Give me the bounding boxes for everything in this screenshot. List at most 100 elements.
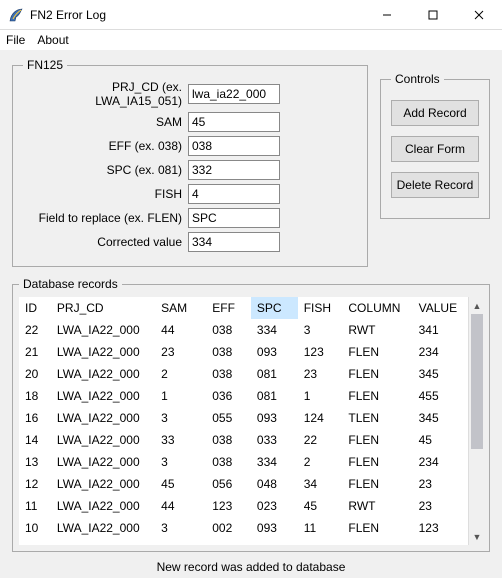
records-table[interactable]: ID PRJ_CD SAM EFF SPC FISH COLUMN VALUE … (19, 297, 468, 539)
cell-sam: 3 (155, 517, 206, 539)
field-to-replace-label: Field to replace (ex. FLEN) (23, 211, 188, 225)
cell-sam: 2 (155, 363, 206, 385)
cell-spc: 093 (251, 341, 298, 363)
table-row[interactable]: 14LWA_IA22_0003303803322FLEN45 (19, 429, 468, 451)
spc-input[interactable] (188, 160, 280, 180)
table-scrollbar[interactable]: ▲ ▼ (468, 297, 485, 545)
table-row[interactable]: 13LWA_IA22_00030383342FLEN234 (19, 451, 468, 473)
cell-eff: 038 (206, 451, 251, 473)
cell-sam: 3 (155, 451, 206, 473)
col-prj-cd[interactable]: PRJ_CD (51, 297, 155, 319)
col-spc[interactable]: SPC (251, 297, 298, 319)
minimize-button[interactable] (364, 0, 410, 30)
menu-file[interactable]: File (6, 33, 25, 47)
cell-value: 345 (413, 407, 468, 429)
cell-fish: 123 (298, 341, 343, 363)
table-row[interactable]: 12LWA_IA22_0004505604834FLEN23 (19, 473, 468, 495)
col-eff[interactable]: EFF (206, 297, 251, 319)
cell-column: FLEN (342, 473, 412, 495)
cell-prj_cd: LWA_IA22_000 (51, 495, 155, 517)
cell-fish: 2 (298, 451, 343, 473)
cell-eff: 038 (206, 363, 251, 385)
table-row[interactable]: 21LWA_IA22_00023038093123FLEN234 (19, 341, 468, 363)
col-value[interactable]: VALUE (413, 297, 468, 319)
col-id[interactable]: ID (19, 297, 51, 319)
scroll-up-icon[interactable]: ▲ (469, 297, 485, 314)
eff-input[interactable] (188, 136, 280, 156)
cell-id: 12 (19, 473, 51, 495)
cell-spc: 093 (251, 407, 298, 429)
cell-spc: 081 (251, 385, 298, 407)
cell-value: 234 (413, 341, 468, 363)
cell-column: FLEN (342, 451, 412, 473)
titlebar: FN2 Error Log (0, 0, 502, 30)
col-column[interactable]: COLUMN (342, 297, 412, 319)
close-button[interactable] (456, 0, 502, 30)
sam-label: SAM (23, 115, 188, 129)
cell-sam: 44 (155, 319, 206, 341)
fn125-legend: FN125 (23, 58, 67, 72)
col-sam[interactable]: SAM (155, 297, 206, 319)
cell-sam: 45 (155, 473, 206, 495)
fish-label: FISH (23, 187, 188, 201)
cell-sam: 44 (155, 495, 206, 517)
cell-id: 10 (19, 517, 51, 539)
spc-label: SPC (ex. 081) (23, 163, 188, 177)
table-row[interactable]: 18LWA_IA22_00010360811FLEN455 (19, 385, 468, 407)
cell-eff: 038 (206, 341, 251, 363)
cell-prj_cd: LWA_IA22_000 (51, 385, 155, 407)
table-row[interactable]: 10LWA_IA22_000300209311FLEN123 (19, 517, 468, 539)
cell-prj_cd: LWA_IA22_000 (51, 407, 155, 429)
corrected-value-label: Corrected value (23, 235, 188, 249)
add-record-button[interactable]: Add Record (391, 100, 479, 126)
maximize-button[interactable] (410, 0, 456, 30)
prj-cd-label: PRJ_CD (ex. LWA_IA15_051) (23, 80, 188, 108)
field-to-replace-input[interactable] (188, 208, 280, 228)
cell-value: 23 (413, 495, 468, 517)
cell-spc: 048 (251, 473, 298, 495)
database-records-group: Database records ID PRJ_CD SAM EFF SP (12, 277, 490, 552)
cell-column: FLEN (342, 385, 412, 407)
table-row[interactable]: 22LWA_IA22_000440383343RWT341 (19, 319, 468, 341)
controls-group: Controls Add Record Clear Form Delete Re… (380, 72, 490, 219)
cell-value: 45 (413, 429, 468, 451)
cell-spc: 023 (251, 495, 298, 517)
cell-spc: 334 (251, 451, 298, 473)
cell-column: FLEN (342, 429, 412, 451)
cell-value: 234 (413, 451, 468, 473)
table-row[interactable]: 11LWA_IA22_0004412302345RWT23 (19, 495, 468, 517)
clear-form-button[interactable]: Clear Form (391, 136, 479, 162)
cell-fish: 23 (298, 363, 343, 385)
cell-eff: 038 (206, 429, 251, 451)
cell-fish: 22 (298, 429, 343, 451)
cell-fish: 45 (298, 495, 343, 517)
cell-spc: 033 (251, 429, 298, 451)
menu-about[interactable]: About (37, 33, 68, 47)
cell-sam: 1 (155, 385, 206, 407)
menubar: File About (0, 30, 502, 50)
table-row[interactable]: 16LWA_IA22_0003055093124TLEN345 (19, 407, 468, 429)
cell-sam: 33 (155, 429, 206, 451)
cell-fish: 1 (298, 385, 343, 407)
sam-input[interactable] (188, 112, 280, 132)
cell-id: 20 (19, 363, 51, 385)
cell-eff: 038 (206, 319, 251, 341)
col-fish[interactable]: FISH (298, 297, 343, 319)
scroll-thumb[interactable] (471, 314, 483, 449)
table-row[interactable]: 20LWA_IA22_000203808123FLEN345 (19, 363, 468, 385)
cell-id: 18 (19, 385, 51, 407)
cell-id: 14 (19, 429, 51, 451)
cell-value: 345 (413, 363, 468, 385)
scroll-down-icon[interactable]: ▼ (469, 528, 485, 545)
prj-cd-input[interactable] (188, 84, 280, 104)
cell-prj_cd: LWA_IA22_000 (51, 451, 155, 473)
cell-prj_cd: LWA_IA22_000 (51, 319, 155, 341)
corrected-value-input[interactable] (188, 232, 280, 252)
cell-column: FLEN (342, 363, 412, 385)
cell-eff: 123 (206, 495, 251, 517)
cell-eff: 055 (206, 407, 251, 429)
cell-prj_cd: LWA_IA22_000 (51, 473, 155, 495)
cell-spc: 334 (251, 319, 298, 341)
delete-record-button[interactable]: Delete Record (391, 172, 479, 198)
fish-input[interactable] (188, 184, 280, 204)
